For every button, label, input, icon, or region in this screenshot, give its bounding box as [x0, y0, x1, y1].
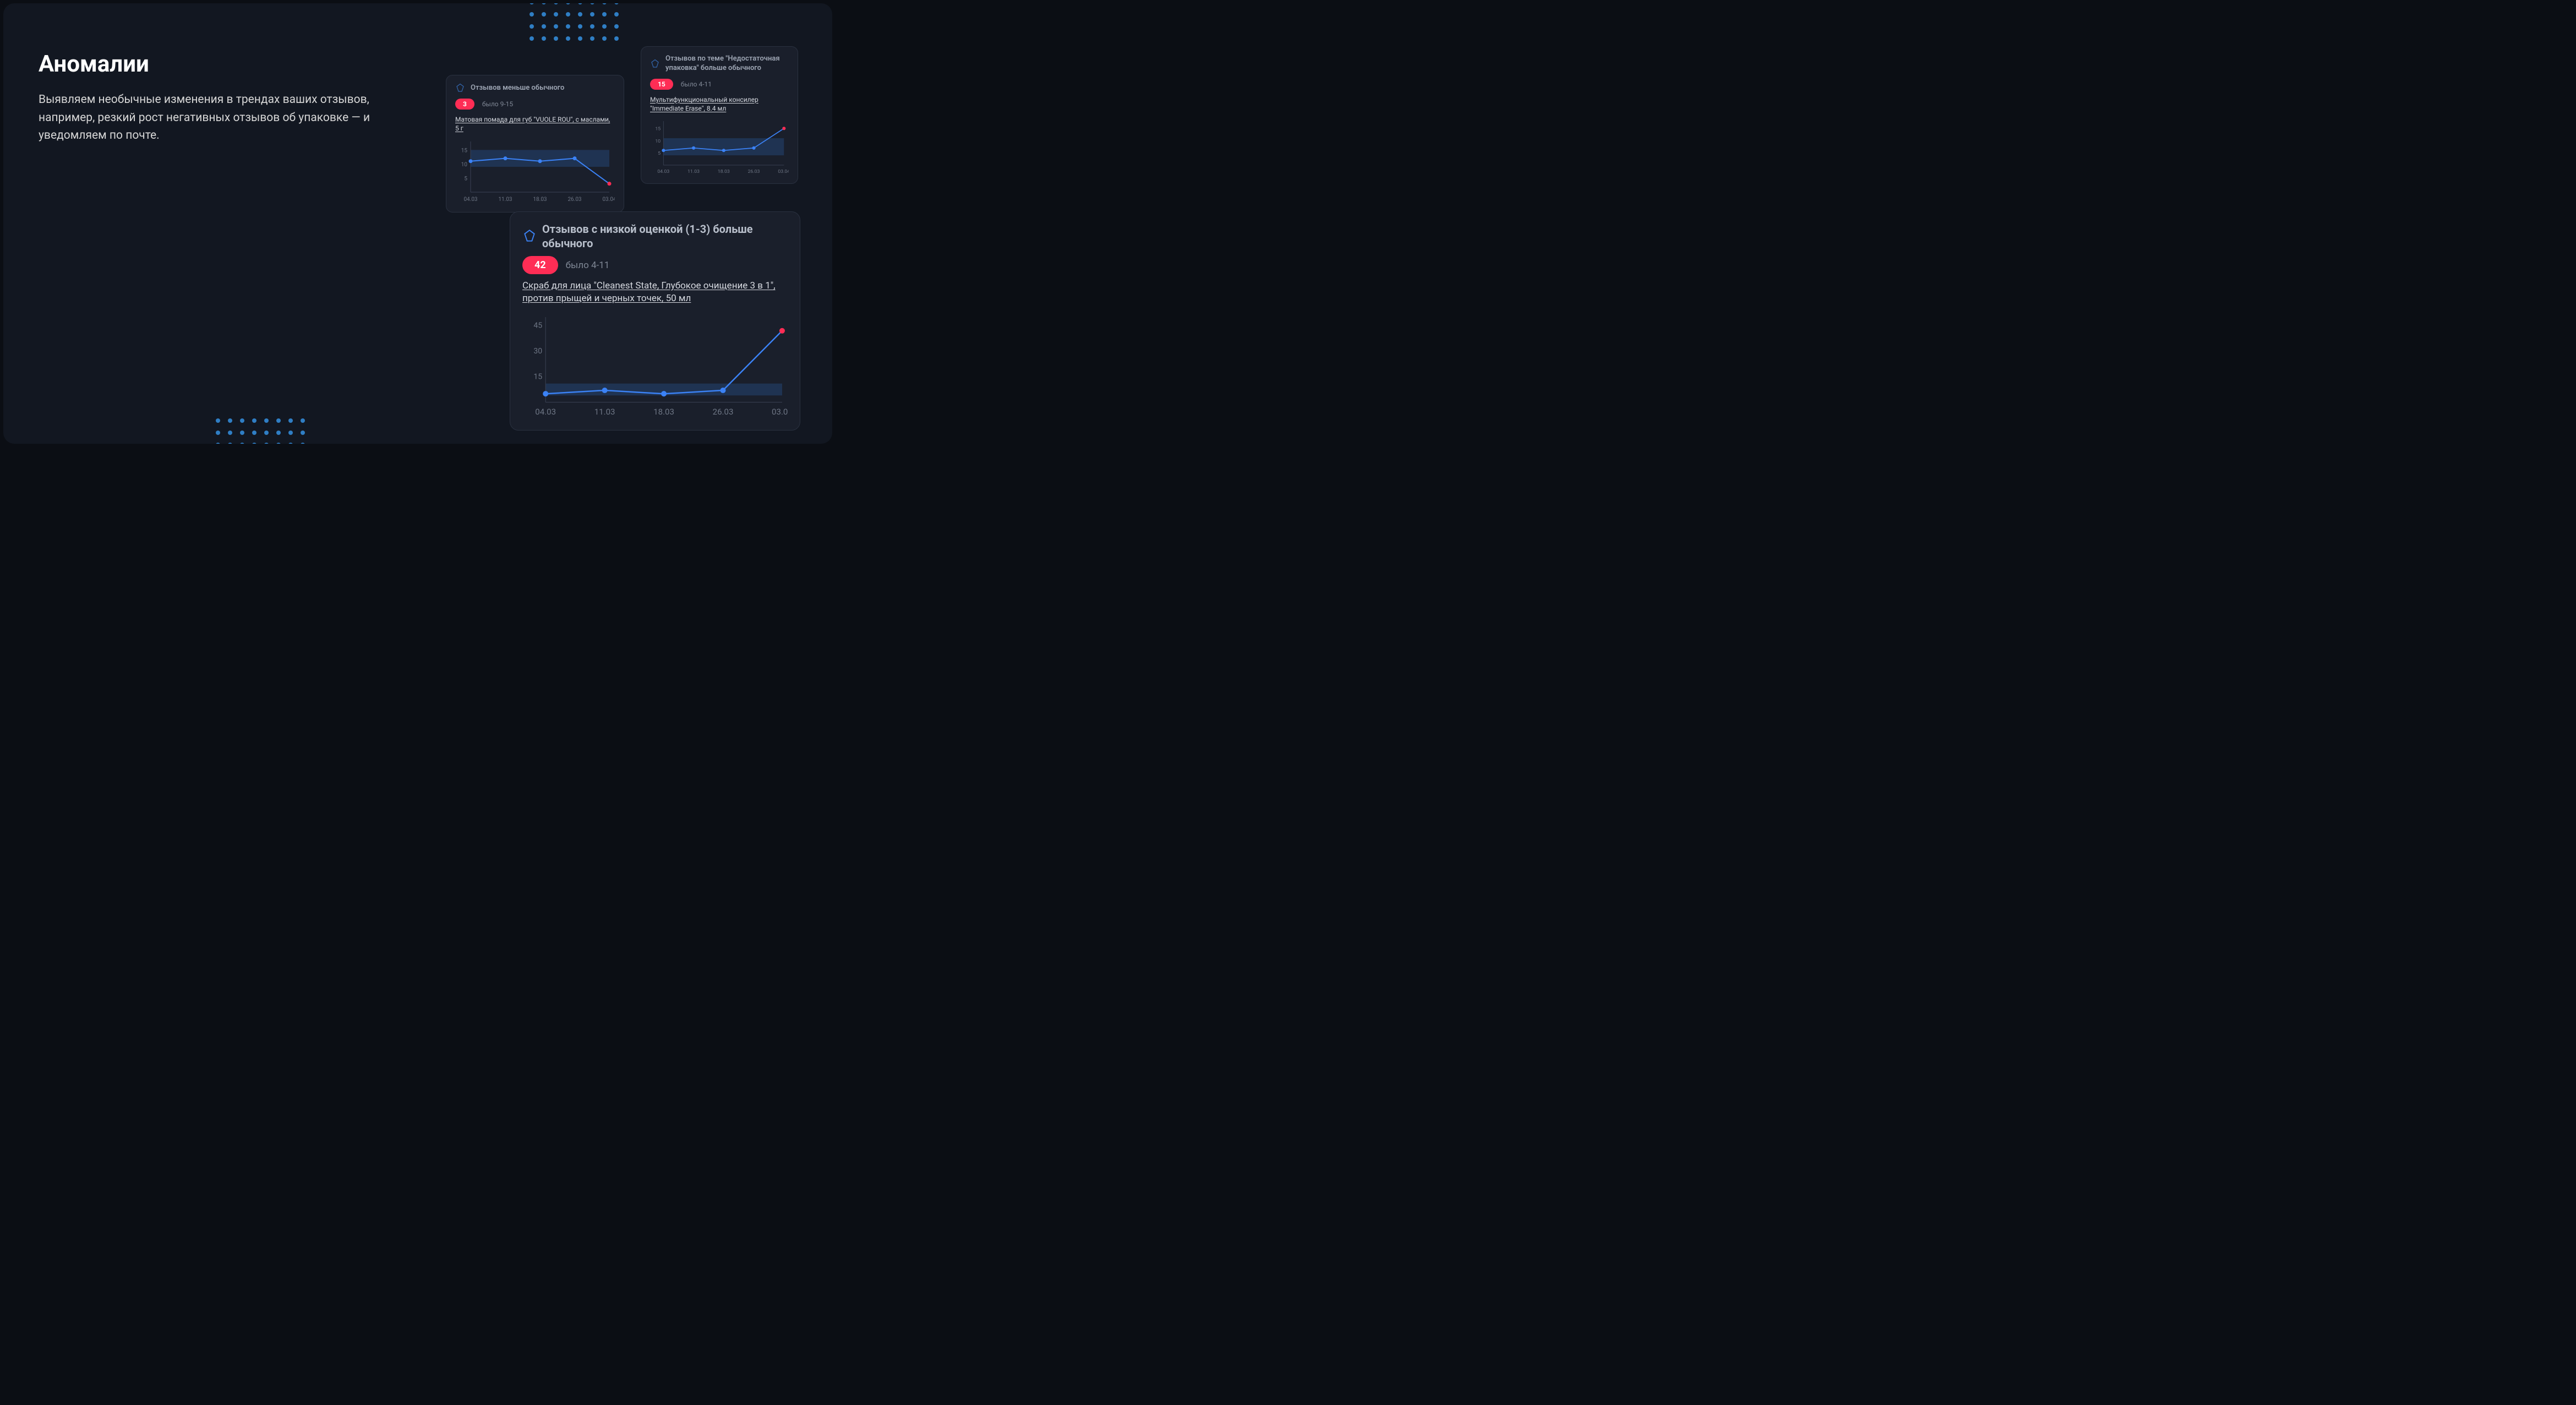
badge-row: 15 было 4-11: [650, 79, 789, 90]
anomaly-chart: 5 10 15 04.03 11.03 18.03 26.03 03.04: [455, 137, 615, 203]
svg-text:03.04: 03.04: [602, 197, 615, 203]
badge-row: 3 было 9-15: [455, 99, 615, 110]
svg-text:18.03: 18.03: [533, 197, 547, 203]
product-link[interactable]: Мультифункциональный консилер "Immediate…: [650, 95, 789, 113]
svg-text:45: 45: [533, 321, 542, 330]
svg-text:18.03: 18.03: [653, 407, 674, 417]
card-title: Отзывов меньше обычного: [471, 84, 564, 93]
anomaly-badge: 15: [650, 79, 673, 90]
diamond-icon: [455, 83, 465, 93]
svg-text:26.03: 26.03: [567, 197, 581, 203]
svg-text:15: 15: [655, 127, 661, 132]
diamond-icon: [650, 59, 660, 69]
product-link[interactable]: Матовая помада для губ "VUOLE ROU", с ма…: [455, 115, 615, 133]
anomaly-chart: 15 30 45 04.03 11.03 18.03 26.03 03.04: [522, 313, 788, 418]
svg-text:03.04: 03.04: [772, 407, 788, 417]
expected-range-note: было 9-15: [482, 100, 513, 108]
svg-text:5: 5: [658, 151, 661, 156]
svg-text:10: 10: [461, 162, 468, 168]
card-head: Отзывов меньше обычного: [455, 83, 615, 93]
feature-panel: Аномалии Выявляем необычные изменения в …: [3, 3, 832, 444]
hero-title: Аномалии: [39, 51, 391, 78]
expected-range-note: было 4-11: [566, 260, 610, 271]
product-link[interactable]: Скраб для лица "Cleanest State, Глубокое…: [522, 280, 788, 305]
anomaly-card-fewer-reviews: Отзывов меньше обычного 3 было 9-15 Мато…: [446, 75, 624, 213]
svg-text:10: 10: [655, 139, 661, 144]
svg-text:03.04: 03.04: [778, 169, 789, 175]
anomaly-card-low-rating: Отзывов с низкой оценкой (1-3) больше об…: [510, 211, 800, 431]
card-head: Отзывов с низкой оценкой (1-3) больше об…: [522, 222, 788, 250]
hero-body: Выявляем необычные изменения в трендах в…: [39, 91, 391, 145]
card-head: Отзывов по теме "Недостаточная упаковка"…: [650, 55, 789, 73]
card-title: Отзывов с низкой оценкой (1-3) больше об…: [542, 222, 788, 250]
anomaly-card-packaging: Отзывов по теме "Недостаточная упаковка"…: [641, 46, 798, 184]
dots-pattern-bottom: [216, 418, 305, 444]
svg-text:11.03: 11.03: [687, 169, 700, 175]
svg-text:26.03: 26.03: [748, 169, 760, 175]
svg-text:04.03: 04.03: [535, 407, 556, 417]
badge-row: 42 было 4-11: [522, 256, 788, 274]
svg-text:11.03: 11.03: [594, 407, 615, 417]
svg-text:18.03: 18.03: [718, 169, 730, 175]
svg-text:15: 15: [533, 372, 542, 381]
anomaly-badge: 42: [522, 256, 558, 274]
anomaly-badge: 3: [455, 99, 474, 110]
svg-text:15: 15: [461, 148, 468, 154]
diamond-icon: [522, 229, 537, 243]
svg-text:04.03: 04.03: [463, 197, 477, 203]
svg-text:11.03: 11.03: [498, 197, 512, 203]
svg-text:5: 5: [464, 176, 467, 182]
expected-range-note: было 4-11: [681, 80, 712, 88]
dots-pattern-top: [530, 3, 619, 41]
hero: Аномалии Выявляем необычные изменения в …: [39, 51, 391, 145]
svg-text:04.03: 04.03: [657, 169, 669, 175]
svg-text:30: 30: [533, 347, 542, 356]
card-title: Отзывов по теме "Недостаточная упаковка"…: [665, 55, 789, 73]
anomaly-chart: 5 10 15 04.03 11.03 18.03 26.03 03.04: [650, 117, 789, 175]
svg-text:26.03: 26.03: [713, 407, 734, 417]
